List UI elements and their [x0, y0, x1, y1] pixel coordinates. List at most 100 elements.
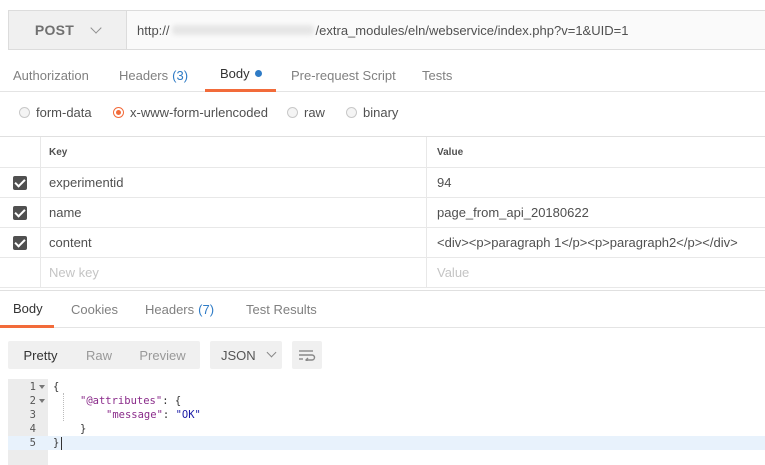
line-number: 4: [29, 423, 36, 435]
tab-label: Cookies: [71, 302, 118, 317]
line-number: 2: [29, 395, 36, 407]
tab-label: Headers: [145, 302, 195, 317]
tab-headers[interactable]: Headers (3): [119, 58, 188, 92]
checkbox-checked-icon[interactable]: [13, 205, 27, 220]
tab-body[interactable]: Body: [205, 58, 276, 92]
tab-label: Body: [13, 300, 43, 316]
checkbox-checked-icon[interactable]: [13, 175, 27, 190]
request-tabs: Authorization Headers (3) Body Pre-reque…: [0, 58, 765, 92]
header-check-cell: [0, 137, 40, 167]
line-number: 3: [29, 409, 36, 421]
radio-icon: [346, 106, 357, 118]
param-key[interactable]: name: [40, 198, 426, 227]
radio-icon: [19, 106, 30, 118]
tab-label: Test Results: [246, 302, 317, 317]
url-prefix: http://: [137, 22, 170, 38]
line-number: 1: [29, 381, 36, 393]
fold-arrow-icon[interactable]: [39, 399, 45, 403]
headers-count: (3): [172, 67, 189, 83]
line-number: 5: [29, 437, 36, 449]
table-row: name page_from_api_20180622: [0, 198, 765, 228]
tab-label: Pre-request Script: [291, 67, 396, 83]
row-checkbox-cell: [0, 258, 40, 287]
tab-authorization[interactable]: Authorization: [13, 58, 89, 92]
language-label: JSON: [221, 347, 256, 363]
format-toggle-group: Pretty Raw Preview: [8, 341, 200, 369]
request-bar: POST http:// /extra_modules/eln/webservi…: [8, 10, 765, 50]
body-modified-dot-icon: [254, 70, 262, 77]
chevron-down-icon: [90, 21, 102, 34]
param-value[interactable]: 94: [426, 168, 765, 197]
tab-label: Headers: [119, 67, 169, 83]
radio-selected-icon: [113, 106, 124, 118]
new-value-input[interactable]: Value: [426, 258, 765, 287]
table-row-new: New key Value: [0, 258, 765, 288]
new-key-input[interactable]: New key: [40, 258, 426, 287]
wrap-lines-icon: [299, 350, 316, 361]
radio-icon: [287, 106, 298, 118]
url-path: /extra_modules/eln/webservice/index.php?…: [315, 22, 629, 38]
checkbox-checked-icon[interactable]: [13, 235, 27, 250]
param-key[interactable]: experimentid: [40, 168, 426, 197]
code-line: 4 }: [8, 422, 765, 436]
table-row: experimentid 94: [0, 168, 765, 198]
response-tab-headers[interactable]: Headers (7): [145, 291, 214, 328]
fold-arrow-icon[interactable]: [39, 385, 45, 389]
method-select[interactable]: POST: [9, 11, 127, 49]
param-value[interactable]: <div><p>paragraph 1</p><p>paragraph2</p>…: [426, 228, 765, 257]
response-code-view[interactable]: 1 { 2 "@attributes": { 3 "message": "OK"…: [8, 379, 765, 465]
code-line: 1 {: [8, 380, 765, 394]
json-value: "OK": [175, 409, 201, 421]
radio-binary[interactable]: binary: [346, 98, 398, 126]
url-input[interactable]: http:// /extra_modules/eln/webservice/in…: [127, 11, 765, 49]
language-select[interactable]: JSON: [210, 341, 282, 369]
row-checkbox-cell[interactable]: [0, 168, 40, 197]
preview-button[interactable]: Preview: [125, 341, 200, 369]
param-key[interactable]: content: [40, 228, 426, 257]
code-text: }: [80, 423, 87, 435]
tab-tests[interactable]: Tests: [422, 58, 452, 92]
chevron-down-icon: [266, 347, 277, 358]
response-tab-cookies[interactable]: Cookies: [71, 291, 118, 328]
radio-x-www-form-urlencoded[interactable]: x-www-form-urlencoded: [113, 98, 268, 126]
row-checkbox-cell[interactable]: [0, 198, 40, 227]
radio-raw[interactable]: raw: [287, 98, 325, 126]
url-host-redacted: [171, 25, 314, 35]
response-tabs: Body Cookies Headers (7) Test Results: [0, 290, 765, 328]
code-text: "@attributes": {: [80, 394, 181, 408]
column-header-value: Value: [426, 137, 765, 167]
tab-label: Tests: [422, 67, 453, 83]
json-punct: :: [162, 409, 176, 421]
json-key: "message": [106, 409, 163, 421]
json-key: "@attributes": [80, 395, 163, 407]
wrap-lines-button[interactable]: [292, 341, 322, 369]
table-row: content <div><p>paragraph 1</p><p>paragr…: [0, 228, 765, 258]
response-tab-body[interactable]: Body: [0, 291, 54, 328]
indent-guide: [63, 393, 64, 421]
method-label: POST: [34, 22, 75, 38]
json-punct: : {: [162, 395, 182, 407]
code-line: 2 "@attributes": {: [8, 394, 765, 408]
code-line: 3 "message": "OK": [8, 408, 765, 422]
param-value[interactable]: page_from_api_20180622: [426, 198, 765, 227]
response-tab-test-results[interactable]: Test Results: [246, 291, 317, 328]
table-header-row: Key Value: [0, 137, 765, 168]
radio-label: raw: [304, 104, 325, 120]
body-type-selector: form-data x-www-form-urlencoded raw bina…: [0, 98, 765, 126]
code-text: {: [53, 381, 60, 393]
row-checkbox-cell[interactable]: [0, 228, 40, 257]
params-table: Key Value experimentid 94 name page_from…: [0, 136, 765, 288]
column-header-key: Key: [40, 137, 426, 167]
code-text: "message": "OK": [106, 408, 201, 422]
code-text: }: [53, 437, 60, 449]
radio-label: x-www-form-urlencoded: [130, 104, 268, 120]
text-cursor: [61, 437, 62, 450]
radio-form-data[interactable]: form-data: [19, 98, 92, 126]
pretty-button[interactable]: Pretty: [8, 341, 73, 369]
headers-count: (7): [198, 302, 215, 317]
tab-pre-request-script[interactable]: Pre-request Script: [291, 58, 396, 92]
raw-button[interactable]: Raw: [73, 341, 125, 369]
tab-label: Body: [220, 66, 250, 81]
tab-label: Authorization: [13, 67, 89, 83]
radio-label: binary: [363, 104, 399, 120]
